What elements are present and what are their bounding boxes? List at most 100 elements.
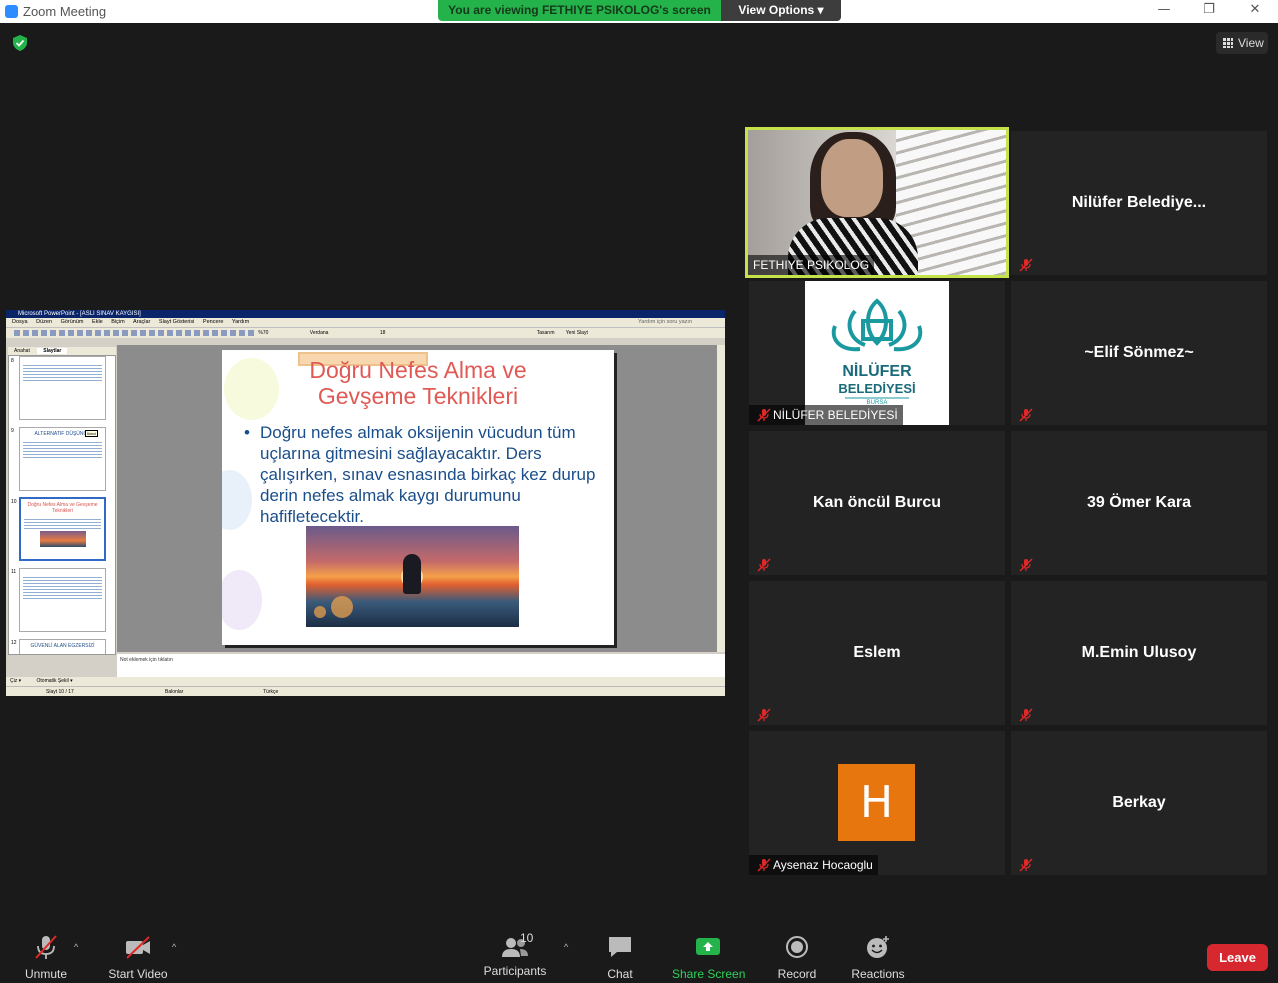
slide-thumbnail[interactable] — [19, 568, 106, 632]
participant-name: Nilüfer Belediye... — [1071, 194, 1207, 211]
participant-tile[interactable]: NİLÜFER BELEDİYESİ BURSA NİLÜFER BELEDİY… — [749, 281, 1005, 425]
participants-button[interactable]: 10 Participants — [482, 931, 548, 978]
participant-tile-active-speaker[interactable]: FETHIYE PSIKOLOG — [745, 127, 1009, 278]
notes-pane[interactable]: Not eklemek için tıklatın — [117, 654, 725, 678]
meditation-photo — [306, 526, 519, 627]
nilufer-logo: NİLÜFER BELEDİYESİ BURSA — [805, 281, 949, 425]
font-select[interactable]: Verdana — [310, 330, 329, 336]
viewing-screen-banner: You are viewing FETHIYE PSIKOLOG's scree… — [438, 0, 721, 21]
record-icon — [786, 936, 808, 958]
reactions-button[interactable]: Reactions — [850, 934, 906, 981]
participant-tile[interactable]: H Aysenaz Hocaoglu — [749, 731, 1005, 875]
slide-thumbnail[interactable] — [19, 356, 106, 420]
menu-item[interactable]: Slayt Gösterisi — [159, 319, 194, 325]
close-icon[interactable]: ✕ — [1245, 2, 1265, 20]
new-slide-button[interactable]: Yeni Slayt — [566, 330, 588, 336]
slide-scrollbar[interactable] — [717, 345, 725, 652]
status-bar: Slayt 10 / 17 Balonlar Türkçe — [6, 686, 725, 696]
zoom-level[interactable]: %70 — [258, 330, 268, 336]
share-screen-button[interactable]: Share Screen — [672, 934, 746, 981]
menu-item[interactable]: Biçim — [111, 319, 124, 325]
thumb-tooltip: İkinci — [85, 430, 99, 437]
muted-mic-icon — [35, 935, 57, 959]
menu-item[interactable]: Görünüm — [61, 319, 84, 325]
slide-bullet: Doğru nefes almak oksijenin vücudun tüm … — [244, 422, 604, 527]
menu-item[interactable]: Pencere — [203, 319, 224, 325]
start-video-button[interactable]: Start Video — [106, 934, 170, 981]
autoshapes-menu[interactable]: Otomatik Şekil ▾ — [37, 678, 73, 684]
audio-options-caret[interactable]: ^ — [74, 942, 78, 952]
participant-tile[interactable]: Kan öncül Burcu — [749, 431, 1005, 575]
participants-options-caret[interactable]: ^ — [564, 942, 568, 952]
logo-line1: NİLÜFER — [842, 361, 912, 380]
design-button[interactable]: Tasarım — [537, 330, 555, 336]
powerpoint-titlebar: Microsoft PowerPoint - [ASLI SINAV KAYGI… — [6, 310, 725, 318]
current-slide[interactable]: Doğru Nefes Alma ve Gevşeme Teknikleri D… — [222, 350, 614, 645]
powerpoint-toolbar: %70 Verdana 18 Tasarım Yeni Slayt — [6, 327, 725, 338]
reactions-icon — [867, 936, 889, 958]
tab-slides[interactable]: Slaytlar — [37, 348, 68, 354]
participant-tile[interactable]: Berkay — [1011, 731, 1267, 875]
design-name: Balonlar — [165, 689, 184, 695]
zoom-app-icon — [5, 5, 18, 18]
slide-thumbnail-selected[interactable]: Doğru Nefes Alma ve Gevşeme Teknikleri — [19, 497, 106, 561]
minimize-icon[interactable]: — — [1154, 2, 1174, 20]
unmute-button[interactable]: Unmute — [22, 934, 70, 981]
menu-item[interactable]: Yardım — [232, 319, 249, 325]
view-label: View — [1238, 36, 1264, 50]
participant-tile[interactable]: Nilüfer Belediye... — [1011, 131, 1267, 275]
slide-counter: Slayt 10 / 17 — [46, 689, 74, 695]
start-video-label: Start Video — [108, 967, 168, 981]
draw-menu[interactable]: Çiz ▾ — [10, 678, 21, 684]
slide-thumbnail-pane[interactable]: 8 9 ALTERNATIF DÜŞÜNCE İkinci 10 Doğru N… — [8, 355, 116, 655]
slide-title: Doğru Nefes Alma ve Gevşeme Teknikleri — [222, 357, 614, 409]
thumb-number: 12 — [11, 640, 17, 646]
participant-tile[interactable]: M.Emin Ulusoy — [1011, 581, 1267, 725]
chat-button[interactable]: Chat — [600, 934, 640, 981]
thumb-number: 10 — [11, 499, 17, 505]
chat-label: Chat — [607, 967, 633, 981]
thumb-number: 9 — [11, 428, 14, 434]
leave-button[interactable]: Leave — [1207, 944, 1268, 971]
menu-item[interactable]: Ekle — [92, 319, 103, 325]
thumb-title: GÜVENLİ ALAN EGZERSİZİ — [30, 643, 95, 649]
muted-mic-icon — [1019, 708, 1033, 722]
avatar: H — [838, 764, 915, 841]
powerpoint-menu: Dosya Düzen Görünüm Ekle Biçim Araçlar S… — [6, 318, 725, 327]
share-screen-label: Share Screen — [672, 967, 746, 981]
unmute-label: Unmute — [24, 967, 68, 981]
muted-mic-icon — [757, 558, 771, 572]
tab-outline[interactable]: Anahat — [8, 348, 36, 354]
view-options-button[interactable]: View Options ▾ — [721, 0, 841, 21]
muted-mic-icon — [757, 408, 771, 422]
slide-canvas[interactable]: Doğru Nefes Alma ve Gevşeme Teknikleri D… — [117, 345, 717, 652]
view-layout-button[interactable]: View — [1216, 32, 1268, 54]
window-titlebar: Zoom Meeting You are viewing FETHIYE PSI… — [0, 0, 1278, 23]
thumb-number: 11 — [11, 569, 17, 575]
slide-title-line: Gevşeme Teknikleri — [317, 383, 519, 409]
pane-tabs: Anahat Slaytlar — [8, 347, 116, 355]
record-button[interactable]: Record — [776, 934, 818, 981]
font-size-select[interactable]: 18 — [380, 330, 386, 336]
participant-name: Eslem — [853, 644, 901, 661]
shared-screen[interactable]: Microsoft PowerPoint - [ASLI SINAV KAYGI… — [6, 310, 725, 696]
video-options-caret[interactable]: ^ — [172, 942, 176, 952]
participant-tile[interactable]: Eslem — [749, 581, 1005, 725]
menu-item[interactable]: Araçlar — [133, 319, 150, 325]
muted-mic-icon — [757, 858, 771, 872]
help-search[interactable]: Yardım için soru yazın — [638, 318, 692, 327]
menu-item[interactable]: Dosya — [12, 319, 28, 325]
thumb-number: 8 — [11, 358, 14, 364]
security-shield-icon[interactable] — [12, 35, 28, 51]
participant-name: FETHIYE PSIKOLOG — [748, 255, 875, 275]
logo-line2: BELEDİYESİ — [838, 381, 915, 396]
slide-thumbnail[interactable]: GÜVENLİ ALAN EGZERSİZİ — [19, 639, 106, 654]
participants-count: 10 — [520, 931, 534, 945]
muted-mic-icon — [757, 708, 771, 722]
participant-tile[interactable]: ~Elif Sönmez~ — [1011, 281, 1267, 425]
participant-tile[interactable]: 39 Ömer Kara — [1011, 431, 1267, 575]
menu-item[interactable]: Düzen — [36, 319, 52, 325]
restore-icon[interactable]: ❐ — [1199, 2, 1219, 20]
participant-name: 39 Ömer Kara — [1086, 494, 1192, 511]
participants-label: Participants — [483, 964, 547, 978]
